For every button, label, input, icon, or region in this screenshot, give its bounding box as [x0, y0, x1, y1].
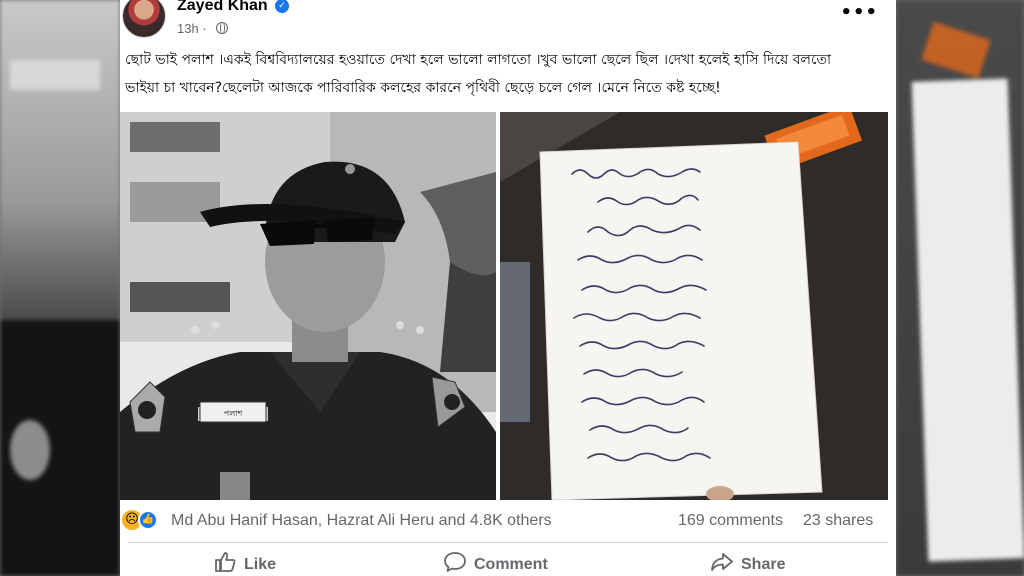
background-shape [921, 21, 991, 79]
share-arrow-icon [711, 553, 733, 571]
reaction-icons[interactable]: ☹ 👍 [122, 510, 164, 530]
post-text-line: ভাইয়া চা খাবেন?ছেলেটা আজকে পারিবারিক কল… [125, 80, 721, 96]
divider [128, 542, 888, 543]
note-photo-illustration [500, 112, 888, 500]
like-label: Like [244, 556, 277, 573]
officer-photo-illustration: পলাশ [120, 112, 496, 500]
post-photos: পলাশ [120, 112, 896, 500]
more-options-button[interactable]: ••• [840, 2, 878, 23]
post-timestamp[interactable]: 13h · [177, 21, 207, 36]
photo-officer[interactable]: পলাশ [120, 112, 496, 500]
post-header: Zayed Khan ✓ 13h · ••• [120, 0, 896, 40]
globe-icon [216, 22, 228, 34]
post-text-line: ছোট ভাই পলাশ ।একই বিশ্ববিদ্যালয়ের হওয়া… [125, 52, 832, 68]
post-text: ছোট ভাই পলাশ ।একই বিশ্ববিদ্যালয়ের হওয়া… [125, 46, 885, 102]
thumbs-up-icon [215, 552, 236, 572]
comment-bubble-icon [444, 552, 466, 572]
background-shape [10, 60, 100, 90]
like-reaction-icon: 👍 [138, 510, 158, 530]
name-badge: পলাশ [224, 409, 243, 418]
author-name[interactable]: Zayed Khan [177, 0, 268, 15]
background-blur-right [896, 0, 1024, 576]
author-avatar[interactable] [122, 0, 166, 38]
share-label: Share [741, 556, 786, 573]
comment-label: Comment [474, 556, 548, 573]
verified-badge-icon: ✓ [275, 0, 289, 13]
comment-button[interactable]: Comment [444, 552, 548, 576]
background-blur-left [0, 0, 120, 576]
reactors-summary[interactable]: Md Abu Hanif Hasan, Hazrat Ali Heru and … [171, 512, 552, 530]
like-button[interactable]: Like [214, 552, 276, 576]
shares-count-link[interactable]: 23 shares [803, 512, 873, 530]
photo-handwritten-note[interactable] [500, 112, 888, 500]
comments-count-link[interactable]: 169 comments [678, 512, 783, 530]
reaction-bar: ☹ 👍 Md Abu Hanif Hasan, Hazrat Ali Heru … [120, 506, 896, 538]
post-actions: Like Comment Share [120, 546, 896, 576]
share-button[interactable]: Share [711, 552, 785, 576]
background-shape [911, 78, 1024, 562]
background-shape [10, 420, 50, 480]
post-card: Zayed Khan ✓ 13h · ••• ছোট ভাই পলাশ ।একই… [120, 0, 896, 576]
